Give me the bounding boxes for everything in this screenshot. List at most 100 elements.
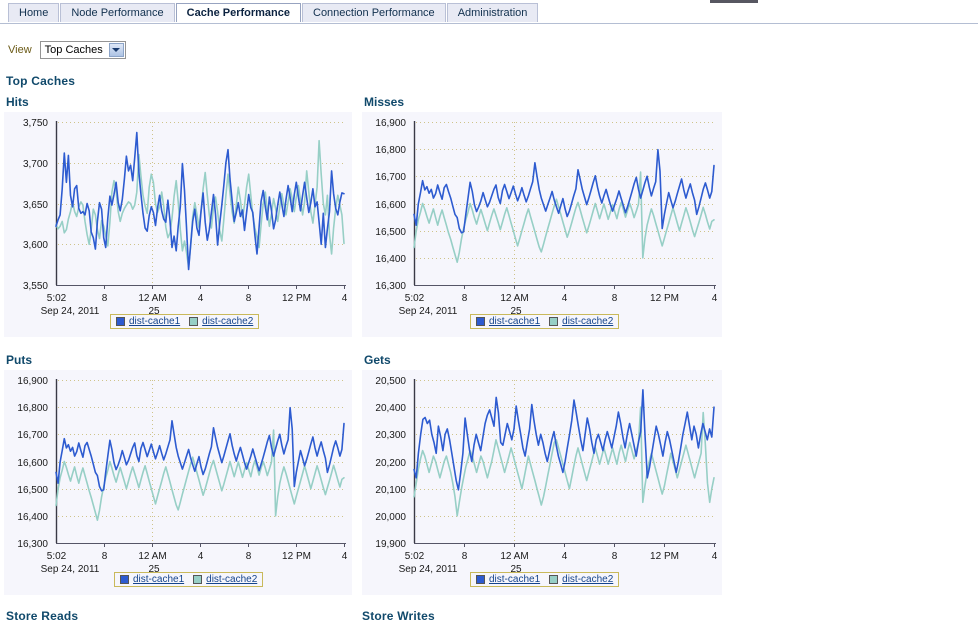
svg-text:12 PM: 12 PM xyxy=(650,551,679,562)
legend-item-dist-cache2[interactable]: dist-cache2 xyxy=(549,316,613,327)
svg-text:4: 4 xyxy=(562,293,568,304)
svg-text:Sep 24, 2011: Sep 24, 2011 xyxy=(399,564,458,575)
svg-text:12 PM: 12 PM xyxy=(282,293,311,304)
svg-text:16,400: 16,400 xyxy=(17,512,48,523)
chart-title-misses: Misses xyxy=(364,95,405,109)
legend-swatch-icon xyxy=(476,317,485,326)
svg-text:20,300: 20,300 xyxy=(375,430,406,441)
chart-title-store-reads: Store Reads xyxy=(6,609,79,623)
svg-text:3,550: 3,550 xyxy=(23,281,48,292)
svg-text:3,650: 3,650 xyxy=(23,200,48,211)
chart-panel-puts[interactable]: 16,300 16,400 16,500 16,600 16,700 16,800 16,9… xyxy=(4,370,352,595)
svg-text:16,700: 16,700 xyxy=(17,430,48,441)
tab-bar-divider xyxy=(0,23,978,24)
svg-text:4: 4 xyxy=(712,551,718,562)
svg-text:4: 4 xyxy=(342,293,348,304)
svg-text:16,600: 16,600 xyxy=(375,200,406,211)
svg-text:5:02: 5:02 xyxy=(47,551,67,562)
page-title: Top Caches xyxy=(6,74,76,88)
svg-text:8: 8 xyxy=(612,551,618,562)
svg-text:4: 4 xyxy=(198,551,204,562)
chart-legend-puts: dist-cache1 dist-cache2 xyxy=(114,572,264,587)
svg-text:3,750: 3,750 xyxy=(23,118,48,129)
legend-item-dist-cache2[interactable]: dist-cache2 xyxy=(193,574,257,585)
svg-text:16,500: 16,500 xyxy=(375,227,406,238)
svg-text:4: 4 xyxy=(562,551,568,562)
svg-text:16,600: 16,600 xyxy=(17,458,48,469)
svg-text:Sep 24, 2011: Sep 24, 2011 xyxy=(41,564,100,575)
chart-title-gets: Gets xyxy=(364,353,391,367)
tab-list: Home Node Performance Cache Performance Con… xyxy=(8,3,539,23)
legend-item-dist-cache1[interactable]: dist-cache1 xyxy=(120,574,184,585)
legend-label[interactable]: dist-cache2 xyxy=(562,574,613,585)
tab-bar: Home Node Performance Cache Performance Con… xyxy=(0,3,978,24)
svg-text:16,800: 16,800 xyxy=(375,145,406,156)
svg-text:16,300: 16,300 xyxy=(17,539,48,550)
legend-swatch-icon xyxy=(549,575,559,584)
legend-item-dist-cache1[interactable]: dist-cache1 xyxy=(476,574,540,585)
chart-panel-misses[interactable]: 16,300 16,400 16,500 16,600 16,700 16,800 16,9… xyxy=(362,112,722,337)
legend-swatch-icon xyxy=(549,317,559,326)
chart-legend-misses: dist-cache1 dist-cache2 xyxy=(470,314,620,329)
svg-text:8: 8 xyxy=(462,551,468,562)
legend-item-dist-cache2[interactable]: dist-cache2 xyxy=(549,574,613,585)
legend-item-dist-cache1[interactable]: dist-cache1 xyxy=(116,316,180,327)
svg-text:12 AM: 12 AM xyxy=(500,293,528,304)
tab-connection-performance[interactable]: Connection Performance xyxy=(302,3,446,22)
svg-text:12 AM: 12 AM xyxy=(138,551,166,562)
svg-text:20,200: 20,200 xyxy=(375,458,406,469)
legend-label[interactable]: dist-cache1 xyxy=(489,316,540,327)
view-select[interactable]: Top Caches xyxy=(39,41,126,59)
tab-node-performance[interactable]: Node Performance xyxy=(60,3,175,22)
tab-administration[interactable]: Administration xyxy=(446,3,539,22)
legend-swatch-icon xyxy=(189,317,199,326)
legend-swatch-icon xyxy=(120,575,129,584)
svg-text:3,700: 3,700 xyxy=(23,159,48,170)
chevron-down-icon[interactable] xyxy=(108,43,124,57)
legend-swatch-icon xyxy=(476,575,485,584)
legend-label[interactable]: dist-cache2 xyxy=(202,316,253,327)
svg-text:19,900: 19,900 xyxy=(375,539,406,550)
svg-text:4: 4 xyxy=(342,551,348,562)
svg-text:12 AM: 12 AM xyxy=(138,293,166,304)
legend-swatch-icon xyxy=(116,317,125,326)
svg-text:8: 8 xyxy=(246,551,252,562)
svg-text:Sep 24, 2011: Sep 24, 2011 xyxy=(399,306,458,317)
legend-label[interactable]: dist-cache1 xyxy=(133,574,184,585)
view-select-value: Top Caches xyxy=(44,44,103,56)
svg-text:20,400: 20,400 xyxy=(375,403,406,414)
legend-item-dist-cache2[interactable]: dist-cache2 xyxy=(189,316,253,327)
svg-text:8: 8 xyxy=(612,293,618,304)
svg-text:8: 8 xyxy=(246,293,252,304)
svg-text:5:02: 5:02 xyxy=(405,293,425,304)
legend-label[interactable]: dist-cache1 xyxy=(489,574,540,585)
chart-title-hits: Hits xyxy=(6,95,29,109)
chart-panel-gets[interactable]: 19,900 20,000 20,100 20,200 20,300 20,400 20,5… xyxy=(362,370,722,595)
svg-text:16,400: 16,400 xyxy=(375,254,406,265)
legend-swatch-icon xyxy=(193,575,203,584)
svg-text:Sep 24, 2011: Sep 24, 2011 xyxy=(41,306,100,317)
svg-text:4: 4 xyxy=(712,293,718,304)
svg-text:16,300: 16,300 xyxy=(375,281,406,292)
svg-text:12 PM: 12 PM xyxy=(282,551,311,562)
tab-cache-performance[interactable]: Cache Performance xyxy=(175,3,301,22)
chart-legend-hits: dist-cache1 dist-cache2 xyxy=(110,314,260,329)
svg-text:20,000: 20,000 xyxy=(375,512,406,523)
legend-label[interactable]: dist-cache2 xyxy=(206,574,257,585)
svg-text:20,500: 20,500 xyxy=(375,376,406,387)
svg-text:8: 8 xyxy=(462,293,468,304)
legend-item-dist-cache1[interactable]: dist-cache1 xyxy=(476,316,540,327)
view-label: View xyxy=(8,44,32,56)
legend-label[interactable]: dist-cache2 xyxy=(562,316,613,327)
legend-label[interactable]: dist-cache1 xyxy=(129,316,180,327)
svg-text:20,100: 20,100 xyxy=(375,485,406,496)
chart-legend-gets: dist-cache1 dist-cache2 xyxy=(470,572,620,587)
svg-text:16,500: 16,500 xyxy=(17,485,48,496)
chart-panel-hits[interactable]: 3,550 3,600 3,650 3,700 3,750 5:02 8 12 AM 4 8 12 … xyxy=(4,112,352,337)
tab-home[interactable]: Home xyxy=(8,3,60,22)
svg-text:16,900: 16,900 xyxy=(375,118,406,129)
chart-title-puts: Puts xyxy=(6,353,33,367)
svg-text:3,600: 3,600 xyxy=(23,240,48,251)
svg-text:4: 4 xyxy=(198,293,204,304)
svg-text:8: 8 xyxy=(102,293,108,304)
